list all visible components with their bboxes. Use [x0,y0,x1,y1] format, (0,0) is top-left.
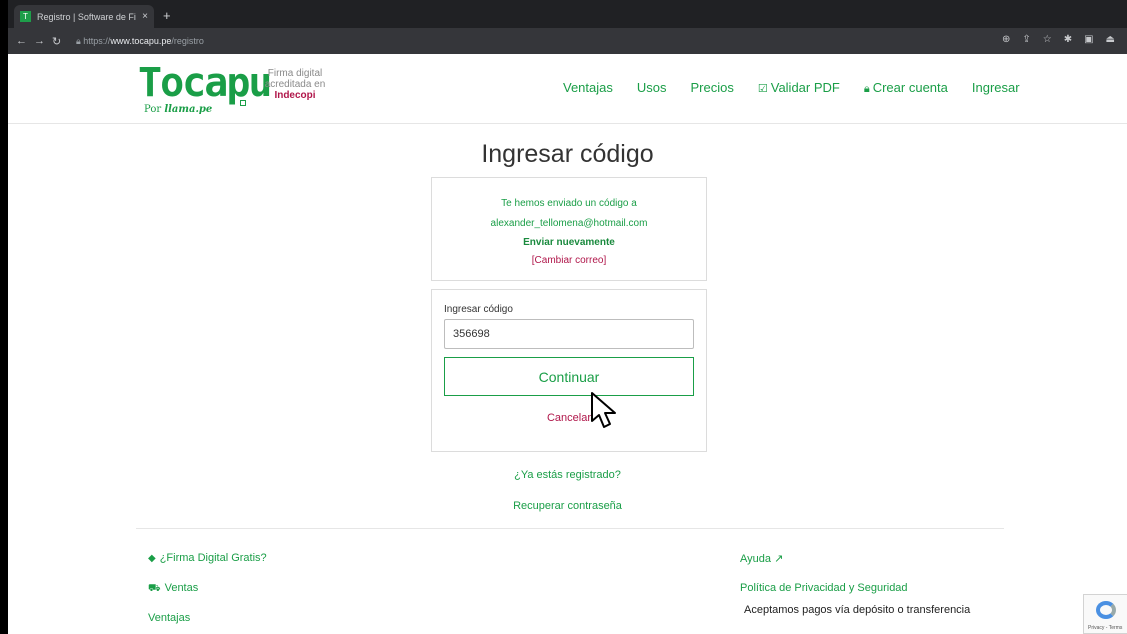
browser-tab-bar: T Registro | Software de Firma D × + [8,0,1127,28]
payment-info: Aceptamos pagos vía depósito o transfere… [744,604,971,616]
url-prefix: https:// [83,36,111,46]
back-icon[interactable]: ← [16,35,27,47]
nav-usos[interactable]: Usos [637,80,667,96]
url-path: /registro [171,36,204,46]
tag-icon: ◆ [148,553,156,564]
basket-icon: ⛟ [148,583,161,594]
registered-link[interactable]: ¿Ya estás registrado? [8,469,1127,481]
main-nav: Ventajas Usos Precios ☑ Validar PDF 🔒︎ Cre… [563,80,1044,96]
change-email-link[interactable]: [Cambiar correo] [432,252,706,270]
footer-help-link[interactable]: Ayuda ↗ [740,552,783,565]
nav-validar-pdf[interactable]: ☑ Validar PDF [758,80,840,96]
new-tab-button[interactable]: + [163,8,171,23]
bookmark-star-icon[interactable]: ☆ [1043,34,1052,45]
logo-word: Tocapu [138,60,273,106]
browser-extensions: ⊕ ⇪ ☆ ✱ ▣ ⏏ [1002,34,1115,45]
sidebar-icon[interactable]: ▣ [1084,34,1093,45]
zoom-icon[interactable]: ⊕ [1002,34,1010,45]
notice-card: Te hemos enviado un código a alexander_t… [431,177,707,281]
code-label: Ingresar código [444,304,513,315]
url-field[interactable]: 🔒︎ https://www.tocapu.pe/registro [76,36,204,47]
accreditation-source: Indecopi [274,90,316,101]
footer-divider [136,528,1004,529]
forward-icon[interactable]: → [34,35,45,47]
profile-icon[interactable]: ⏏ [1106,34,1115,45]
accreditation-line1: Firma digital [267,68,323,79]
tab-close-icon[interactable]: × [142,11,148,22]
browser-address-bar: ← → ↻ 🔒︎ https://www.tocapu.pe/registro … [8,28,1127,54]
nav-crear-cuenta[interactable]: 🔒︎ Crear cuenta [864,80,948,96]
extensions-icon[interactable]: ✱ [1064,34,1072,45]
site-logo[interactable]: Tocapu Por llama.pe [138,60,273,118]
code-input[interactable] [444,319,694,349]
trademark-icon [240,100,246,106]
accreditation-line2: acreditada en [264,79,326,90]
reload-icon[interactable]: ↻ [52,35,61,48]
accreditation-badge: Firma digital acreditada en Indecopi [260,68,330,101]
footer-advantages-link[interactable]: Ventajas [148,612,190,624]
lock-icon: 🔒︎ [863,83,870,95]
nav-ventajas[interactable]: Ventajas [563,80,613,96]
external-link-icon: ↗ [774,553,784,565]
web-page: Tocapu Por llama.pe Firma digital acredi… [8,54,1127,634]
site-header: Tocapu Por llama.pe Firma digital acredi… [8,54,1127,124]
notice-email: alexander_tellomena@hotmail.com [490,218,648,229]
share-icon[interactable]: ⇪ [1022,34,1030,45]
cancel-link[interactable]: Cancelar [432,412,706,424]
url-host: www.tocapu.pe [110,36,172,46]
notice-text: Te hemos enviado un código a [501,198,637,209]
logo-tagline: Por llama.pe [144,104,213,115]
recaptcha-terms: Privacy - Terms [1088,625,1123,631]
recaptcha-icon [1096,601,1116,619]
code-form-card: Ingresar código Continuar Cancelar [431,289,707,452]
tab-title: Registro | Software de Firma D [37,11,136,22]
footer-sales-link[interactable]: ⛟ Ventas [148,582,198,596]
check-square-icon: ☑ [757,83,768,95]
recover-password-link[interactable]: Recuperar contraseña [8,500,1127,512]
recaptcha-badge[interactable]: Privacy - Terms [1083,594,1127,634]
continue-button[interactable]: Continuar [444,357,694,396]
mouse-cursor-icon [591,392,616,428]
tab-favicon-icon: T [20,11,31,22]
browser-tab[interactable]: T Registro | Software de Firma D × [14,5,154,28]
footer-free-signature-link[interactable]: ◆ ¿Firma Digital Gratis? [148,552,267,564]
page-title: Ingresar código [481,140,654,168]
nav-precios[interactable]: Precios [691,80,734,96]
footer-privacy-link[interactable]: Política de Privacidad y Seguridad [740,582,908,594]
nav-ingresar[interactable]: Ingresar [972,80,1020,96]
resend-link[interactable]: Enviar nuevamente [432,234,706,252]
